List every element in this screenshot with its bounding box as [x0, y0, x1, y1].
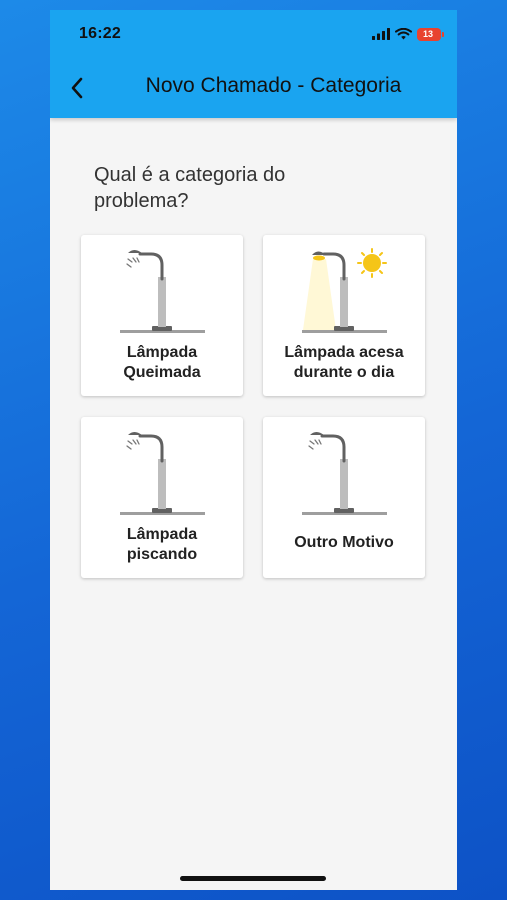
sun-icon	[357, 248, 387, 278]
category-card-lit-during-day[interactable]: Lâmpada acesa durante o dia	[263, 235, 425, 396]
cellular-signal-icon	[372, 28, 390, 40]
back-button[interactable]	[62, 70, 92, 106]
category-card-blinking[interactable]: Lâmpada piscando	[81, 417, 243, 578]
home-indicator[interactable]	[180, 876, 326, 881]
category-label: Lâmpada Queimada	[123, 344, 201, 381]
page-title: Novo Chamado - Categoria	[145, 74, 402, 97]
streetlight-day-on-icon	[302, 248, 387, 333]
category-question: Qual é a categoria do problema?	[94, 164, 286, 212]
category-card-burned-out[interactable]: Lâmpada Queimada	[81, 235, 243, 396]
wifi-icon	[395, 28, 412, 40]
app-screen: 16:22 13 Novo Chamado - Categoria Qual é…	[50, 10, 457, 890]
chevron-left-icon	[71, 77, 83, 99]
category-label: Lâmpada acesa durante o dia	[284, 344, 404, 381]
status-time: 16:22	[79, 25, 121, 42]
category-label: Outro Motivo	[294, 534, 394, 551]
streetlight-other-icon	[302, 432, 387, 515]
streetlight-blinking-icon	[120, 432, 205, 515]
status-icons: 13	[372, 26, 444, 42]
category-card-other[interactable]: Outro Motivo	[263, 417, 425, 578]
category-label: Lâmpada piscando	[126, 526, 198, 563]
battery-icon: 13	[417, 27, 444, 41]
app-bar: 16:22 13 Novo Chamado - Categoria	[50, 10, 457, 118]
streetlight-off-icon	[120, 250, 205, 333]
battery-level: 13	[422, 29, 433, 39]
